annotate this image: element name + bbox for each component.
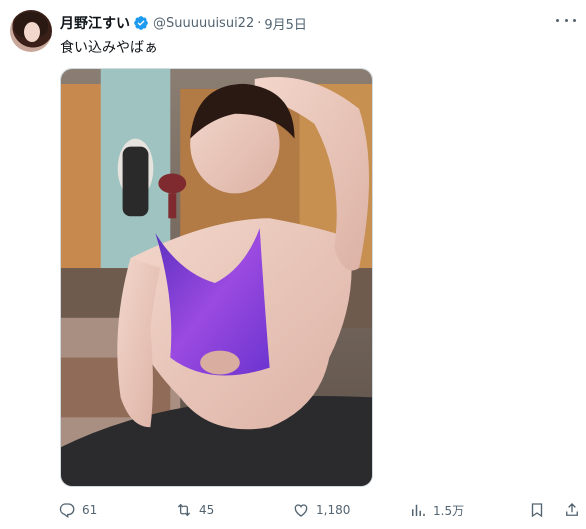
avatar[interactable] [10, 10, 52, 52]
views-button[interactable]: 1.5万 [409, 499, 464, 521]
tweet[interactable]: 月野江すい @Suuuuuisui22 · 9月5日 食い込みやばぁ 61 45… [0, 0, 586, 529]
tweet-header: 月野江すい @Suuuuuisui22 · 9月5日 [60, 13, 307, 33]
display-name[interactable]: 月野江すい [60, 13, 130, 33]
like-count: 1,180 [316, 503, 351, 517]
views-count: 1.5万 [433, 503, 465, 518]
reply-button[interactable]: 61 [58, 499, 97, 521]
reply-icon [59, 503, 75, 519]
more-icon[interactable] [556, 12, 576, 28]
like-button[interactable]: 1,180 [292, 499, 350, 521]
share-icon [566, 503, 578, 516]
bookmark-button[interactable] [528, 499, 546, 521]
separator-dot: · [257, 15, 262, 31]
tweet-photo[interactable] [60, 68, 373, 487]
action-bar: 61 45 1,180 1.5万 [58, 499, 586, 521]
tweet-text: 食い込みやばぁ [60, 40, 158, 56]
retweet-icon [177, 503, 191, 517]
verified-badge-icon [133, 15, 149, 31]
retweet-count: 45 [199, 503, 215, 517]
tweet-date[interactable]: 9月5日 [264, 14, 307, 33]
like-icon [294, 504, 308, 517]
avatar-face [24, 22, 40, 42]
retweet-button[interactable]: 45 [175, 499, 214, 521]
share-button[interactable] [563, 499, 581, 521]
views-icon [412, 504, 425, 516]
reply-count: 61 [82, 503, 98, 517]
bookmark-icon [531, 503, 543, 518]
user-handle[interactable]: @Suuuuuisui22 [153, 16, 254, 31]
